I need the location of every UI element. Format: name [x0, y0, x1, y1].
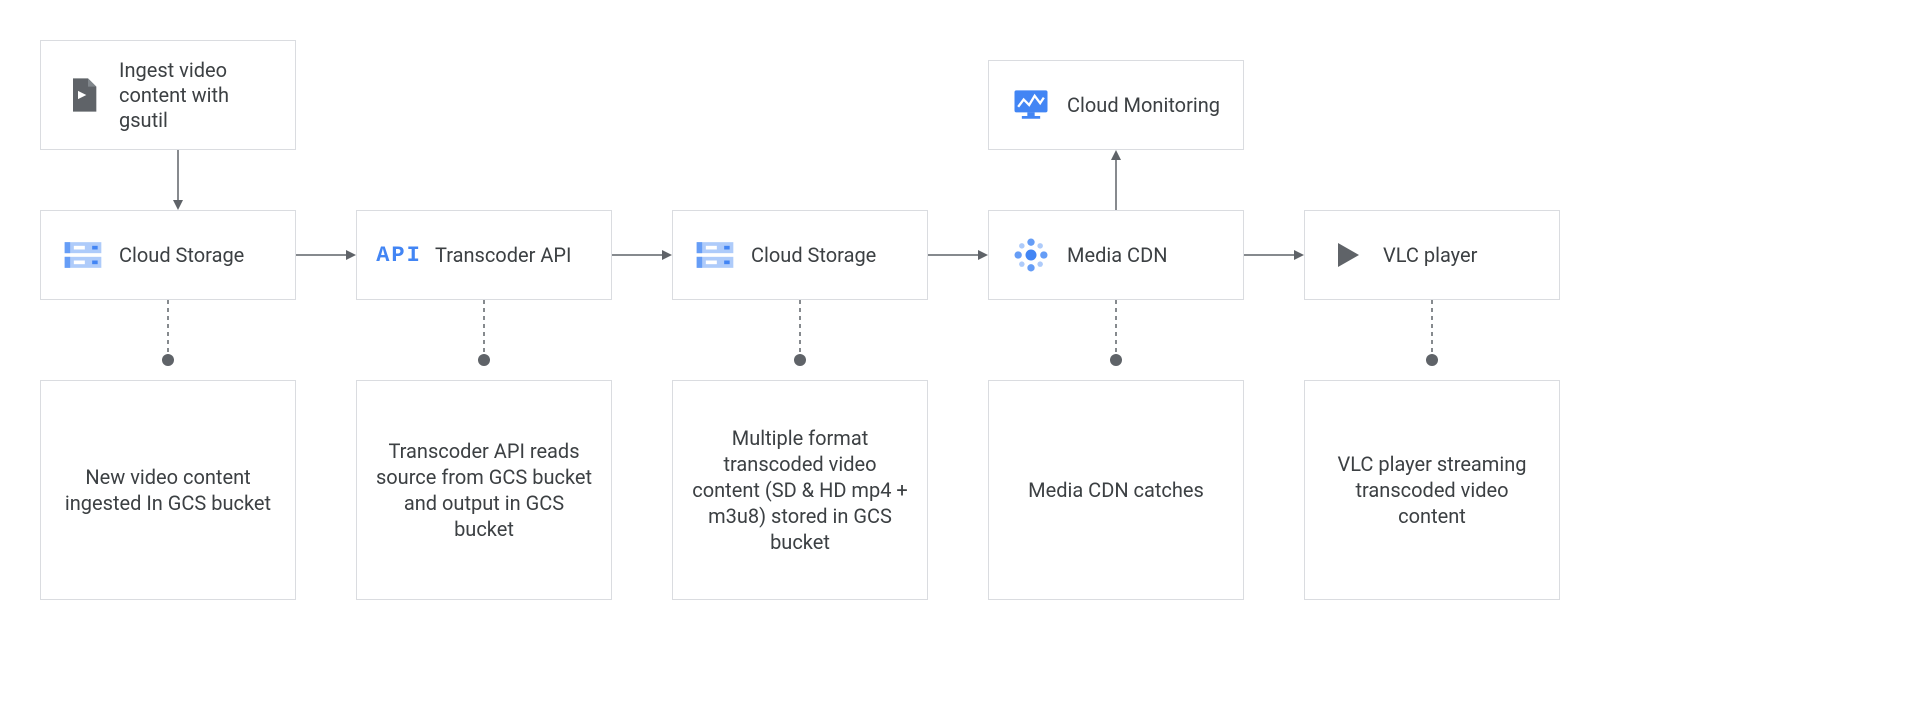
- cloud-storage-icon: [61, 233, 105, 277]
- arrow-transcoder-to-storage2: [612, 245, 672, 265]
- arrow-storage2-to-mediacdn: [928, 245, 988, 265]
- monitoring-icon: [1009, 83, 1053, 127]
- node-ingest: Ingest video content with gsutil: [40, 40, 296, 150]
- node-cloud-storage-1: Cloud Storage: [40, 210, 296, 300]
- arrow-mediacdn-to-monitoring: [1106, 150, 1126, 210]
- api-icon: API: [377, 233, 421, 277]
- dash-mediacdn-desc: [1106, 300, 1126, 370]
- node-vlc-label: VLC player: [1383, 243, 1477, 268]
- node-monitoring-label: Cloud Monitoring: [1067, 93, 1220, 118]
- node-cloud-storage-2: Cloud Storage: [672, 210, 928, 300]
- dash-storage2-desc: [790, 300, 810, 370]
- arrow-ingest-to-storage: [168, 150, 188, 210]
- node-transcoder-api: API Transcoder API: [356, 210, 612, 300]
- node-media-cdn-label: Media CDN: [1067, 243, 1167, 268]
- desc-transcoder: Transcoder API reads source from GCS buc…: [356, 380, 612, 600]
- node-media-cdn: Media CDN: [988, 210, 1244, 300]
- dash-transcoder-desc: [474, 300, 494, 370]
- arrow-storage1-to-transcoder: [296, 245, 356, 265]
- arrow-mediacdn-to-vlc: [1244, 245, 1304, 265]
- play-icon: [1325, 233, 1369, 277]
- node-ingest-label: Ingest video content with gsutil: [119, 58, 275, 133]
- dash-storage1-desc: [158, 300, 178, 370]
- node-cloud-storage-2-label: Cloud Storage: [751, 243, 876, 268]
- node-cloud-storage-1-label: Cloud Storage: [119, 243, 244, 268]
- desc-vlc: VLC player streaming transcoded video co…: [1304, 380, 1560, 600]
- node-vlc-player: VLC player: [1304, 210, 1560, 300]
- desc-mediacdn: Media CDN catches: [988, 380, 1244, 600]
- video-file-icon: [61, 73, 105, 117]
- node-transcoder-label: Transcoder API: [435, 243, 571, 268]
- desc-storage2: Multiple format transcoded video content…: [672, 380, 928, 600]
- architecture-diagram: Ingest video content with gsutil Cloud S…: [40, 40, 1860, 660]
- media-cdn-icon: [1009, 233, 1053, 277]
- cloud-storage-icon: [693, 233, 737, 277]
- desc-storage1: New video content ingested In GCS bucket: [40, 380, 296, 600]
- dash-vlc-desc: [1422, 300, 1442, 370]
- node-cloud-monitoring: Cloud Monitoring: [988, 60, 1244, 150]
